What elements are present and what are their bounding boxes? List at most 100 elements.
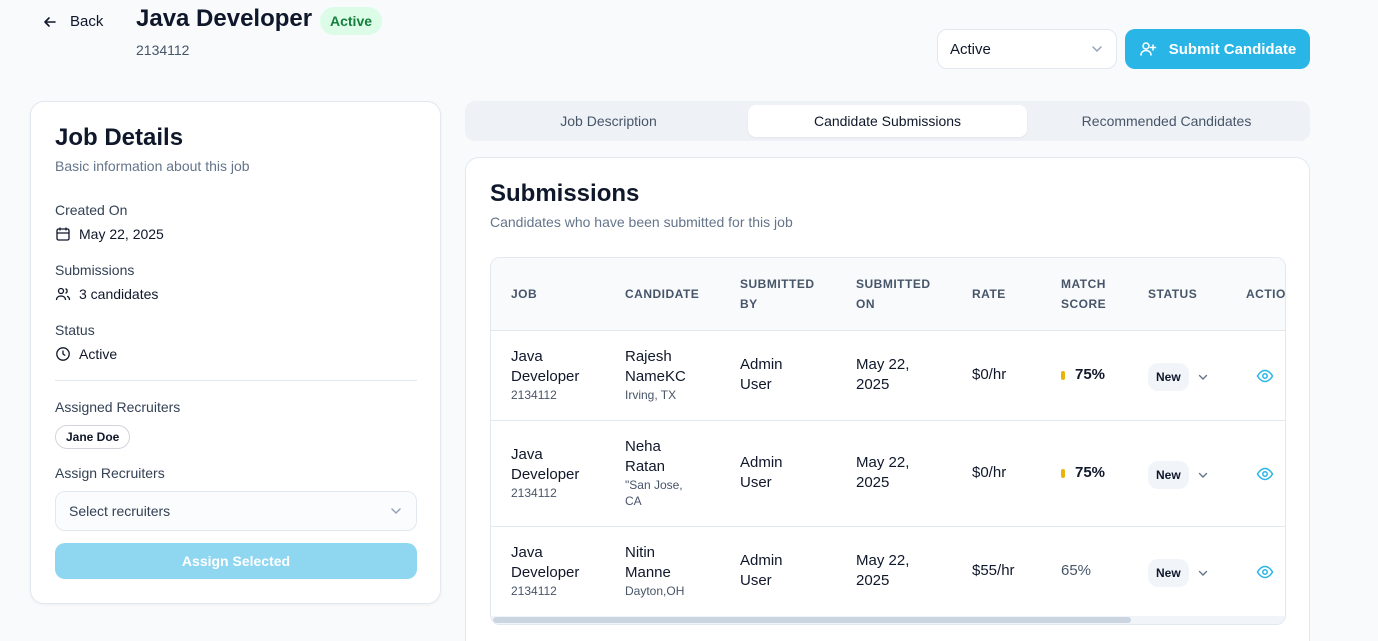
column-header-actions: ACTIONS [1246, 287, 1286, 301]
job-status-value: Active [950, 40, 991, 58]
tab-job-description[interactable]: Job Description [469, 105, 748, 137]
arrow-left-icon [44, 16, 56, 27]
job-details-card: Job Details Basic information about this… [30, 101, 441, 604]
rate: $55/hr [972, 562, 1015, 579]
job-status-select[interactable]: Active [937, 29, 1117, 69]
job-id: 2134112 [136, 42, 190, 58]
submissions-value: 3 candidates [55, 286, 158, 302]
column-header-match-score: MATCH SCORE [1061, 277, 1107, 311]
table-row: Java Developer 2134112 Neha Ratan "San J… [491, 421, 1285, 527]
chevron-down-icon [1198, 472, 1207, 478]
score-indicator [1061, 370, 1065, 380]
match-score: 75% [1061, 463, 1105, 483]
status-label: Status [55, 322, 95, 338]
tab-candidate-submissions[interactable]: Candidate Submissions [748, 105, 1027, 137]
candidate-name: Rajesh NameKC [625, 348, 686, 385]
job-cell: Java Developer 2134112 [511, 543, 579, 599]
submitted-on: May 22, 2025 [856, 552, 910, 589]
column-header-candidate: CANDIDATE [625, 287, 700, 301]
match-score: 75% [1061, 365, 1105, 385]
chevron-down-icon [391, 508, 401, 515]
user-plus-icon [1139, 42, 1156, 56]
clock-icon [56, 347, 70, 361]
job-details-subtitle: Basic information about this job [55, 158, 250, 174]
rate: $0/hr [972, 464, 1007, 481]
submissions-subtitle: Candidates who have been submitted for t… [490, 214, 793, 230]
tab-recommended-candidates[interactable]: Recommended Candidates [1027, 105, 1306, 137]
table-row: Java Developer 2134112 Rajesh NameKC Irv… [491, 331, 1285, 421]
candidate-cell: Nitin Manne Dayton,OH [625, 543, 684, 599]
eye-icon [1256, 467, 1274, 481]
column-header-submitted-by: SUBMITTED BY [740, 277, 815, 311]
score-value: 75% [1075, 366, 1106, 383]
view-button[interactable] [1256, 465, 1274, 489]
assign-recruiters-label: Assign Recruiters [55, 465, 165, 481]
column-header-status: STATUS [1148, 287, 1198, 301]
candidate-name: Neha Ratan [625, 438, 666, 475]
status-text: Active [79, 346, 118, 362]
created-on-label: Created On [55, 202, 128, 218]
back-button[interactable]: Back [42, 13, 103, 30]
job-id: 2134112 [511, 584, 557, 598]
submissions-title: Submissions [490, 180, 640, 207]
created-on-value: May 22, 2025 [55, 226, 164, 242]
status-dropdown[interactable]: New [1148, 559, 1209, 587]
page-title: Java Developer [136, 5, 313, 32]
candidate-name: Nitin Manne [625, 544, 671, 581]
column-header-rate: RATE [972, 287, 1006, 301]
status-badge: New [1148, 363, 1189, 391]
users-icon [55, 287, 71, 301]
column-header-job: JOB [511, 287, 538, 301]
submitted-on: May 22, 2025 [856, 356, 910, 393]
created-on-text: May 22, 2025 [79, 226, 164, 242]
score-value: 75% [1075, 464, 1106, 481]
recruiter-select[interactable]: Select recruiters [55, 491, 417, 531]
job-details-title: Job Details [55, 124, 184, 151]
job-id: 2134112 [511, 388, 557, 402]
eye-icon [1256, 565, 1274, 579]
status-badge: Active [320, 7, 383, 35]
job-cell: Java Developer 2134112 [511, 445, 579, 501]
submissions-table: JOB CANDIDATE SUBMITTED BY SUBMITTED ON … [490, 257, 1286, 625]
view-button[interactable] [1256, 563, 1274, 587]
horizontal-scrollbar[interactable] [491, 616, 1285, 624]
submit-candidate-button[interactable]: Submit Candidate [1125, 29, 1310, 69]
candidate-location: "San Jose, CA [625, 478, 683, 508]
chevron-down-icon [1198, 374, 1207, 380]
candidate-cell: Neha Ratan "San Jose, CA [625, 437, 683, 509]
job-cell: Java Developer 2134112 [511, 347, 579, 403]
tab-list: Job Description Candidate Submissions Re… [465, 101, 1310, 141]
score-indicator [1061, 468, 1065, 478]
chevron-down-icon [1198, 570, 1207, 576]
status-badge: New [1148, 461, 1189, 489]
submissions-text: 3 candidates [79, 286, 159, 302]
back-label: Back [70, 13, 104, 30]
job-title: Java Developer [511, 446, 580, 483]
submissions-card: Submissions Candidates who have been sub… [465, 157, 1310, 641]
job-title: Java Developer [511, 544, 580, 581]
match-score: 65% [1061, 562, 1092, 579]
submitted-on: May 22, 2025 [856, 454, 910, 491]
status-value: Active [55, 346, 117, 362]
scrollbar-thumb[interactable] [493, 617, 1131, 623]
recruiter-chip: Jane Doe [55, 425, 131, 449]
status-badge: New [1148, 559, 1189, 587]
table-header: JOB CANDIDATE SUBMITTED BY SUBMITTED ON … [491, 258, 1286, 331]
view-button[interactable] [1256, 367, 1274, 391]
job-title: Java Developer [511, 348, 580, 385]
candidate-location: Dayton,OH [625, 584, 685, 598]
submitted-by: Admin User [740, 356, 783, 393]
assigned-recruiters-label: Assigned Recruiters [55, 399, 181, 415]
rate: $0/hr [972, 366, 1007, 383]
assign-selected-button[interactable]: Assign Selected [55, 543, 417, 579]
status-dropdown[interactable]: New [1148, 363, 1209, 391]
submissions-label: Submissions [55, 262, 135, 278]
calendar-icon [56, 227, 70, 241]
status-dropdown[interactable]: New [1148, 461, 1209, 489]
submitted-by: Admin User [740, 454, 783, 491]
candidate-location: Irving, TX [625, 388, 677, 402]
submit-candidate-label: Submit Candidate [1168, 40, 1297, 58]
candidate-cell: Rajesh NameKC Irving, TX [625, 347, 686, 403]
job-id: 2134112 [511, 486, 557, 500]
column-header-submitted-on: SUBMITTED ON [856, 277, 931, 311]
